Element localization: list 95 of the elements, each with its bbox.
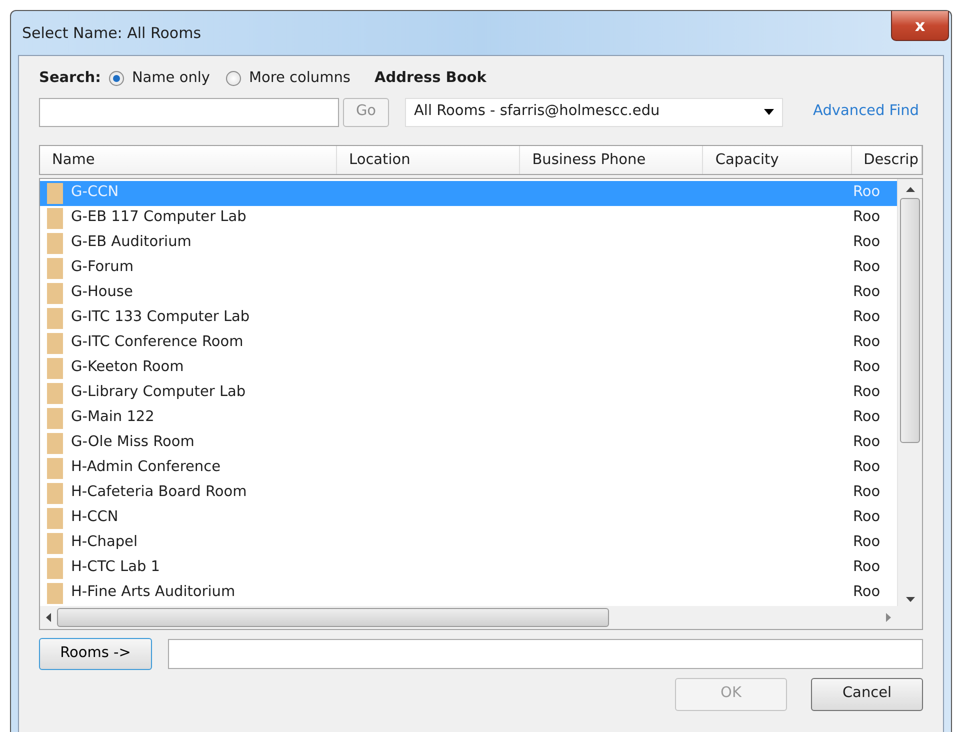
table-cell-text: G-Library Computer Lab <box>71 383 247 402</box>
table-row[interactable]: G-Ole Miss Room Roo <box>40 430 897 456</box>
table-cell-text: H-Fine Arts Auditorium <box>71 583 236 602</box>
table-cell-text: Roo <box>853 308 882 328</box>
table-cell-text: H-Chapel <box>71 533 138 552</box>
table-cell-text: Roo <box>853 508 882 528</box>
column-header[interactable]: Location <box>337 146 520 174</box>
scroll-right-icon[interactable] <box>886 612 891 622</box>
table-cell-text: G-ITC 133 Computer Lab <box>71 308 251 328</box>
room-icon <box>47 358 63 379</box>
table-cell-text: Roo <box>853 283 882 302</box>
table-row[interactable]: H-Admin Conference Roo <box>40 456 897 481</box>
room-icon <box>47 408 63 429</box>
room-icon <box>47 332 63 354</box>
table-cell-text: G-ITC Conference Room <box>71 333 244 352</box>
radio-label: More columns <box>249 69 350 88</box>
horizontal-scrollbar[interactable] <box>40 606 897 629</box>
table-cell-text: Roo <box>853 533 882 552</box>
table-cell-text: G-Forum <box>71 258 134 278</box>
table-cell-text: G-Ole Miss Room <box>71 433 196 452</box>
room-icon <box>47 382 63 404</box>
table-row[interactable]: G-Library Computer Lab Roo <box>40 380 897 406</box>
column-header[interactable]: Business Phone <box>520 146 704 174</box>
column-header[interactable]: Descrip <box>852 146 922 174</box>
room-icon <box>47 258 63 279</box>
scroll-up-icon[interactable] <box>906 186 914 192</box>
table-row[interactable]: G-ITC Conference Room Roo <box>40 330 897 356</box>
table-cell-text: Roo <box>853 358 882 378</box>
caret-icon <box>764 109 774 116</box>
table-cell-text: Roo <box>853 433 882 452</box>
vertical-scrollbar[interactable] <box>897 178 922 606</box>
advanced-find-link[interactable]: Advanced Find <box>813 101 919 124</box>
table-cell-text: Roo <box>853 558 882 578</box>
close-button[interactable]: x <box>891 11 949 41</box>
rooms-field[interactable] <box>168 638 923 669</box>
table-row[interactable]: H-Fine Arts Auditorium Roo <box>40 580 897 606</box>
table-row[interactable]: H-CTC Lab 1 Roo <box>40 556 897 581</box>
window-title: Select Name: All Rooms <box>22 22 202 44</box>
address-book-label: Address Book <box>374 69 486 88</box>
table-cell-text: G-Keeton Room <box>71 358 185 378</box>
table-row[interactable]: G-House Roo <box>40 280 897 306</box>
room-icon <box>47 282 63 304</box>
table-cell-text: H-Admin Conference <box>71 458 222 478</box>
room-icon <box>47 182 63 204</box>
table-cell-text: G-House <box>71 283 134 302</box>
room-icon <box>47 208 63 229</box>
room-icon <box>47 232 63 254</box>
column-header[interactable]: Name <box>40 146 337 174</box>
rooms-button[interactable]: Rooms -> <box>39 638 152 670</box>
room-icon <box>47 582 63 604</box>
table-row[interactable]: G-Forum Roo <box>40 256 897 281</box>
search-field[interactable] <box>39 98 339 127</box>
table-cell-text: Roo <box>853 208 882 228</box>
column-header[interactable]: Capacity <box>703 146 852 174</box>
table-cell-text: Roo <box>853 183 882 202</box>
table-row[interactable]: G-ITC 133 Computer Lab Roo <box>40 306 897 331</box>
cancel-button[interactable]: Cancel <box>811 678 923 711</box>
room-icon <box>47 482 63 504</box>
table-cell-text: H-Cafeteria Board Room <box>71 483 248 502</box>
room-icon <box>47 458 63 479</box>
table-cell-text: Roo <box>853 258 882 278</box>
scrollbar-thumb[interactable] <box>57 608 609 627</box>
scroll-down-icon[interactable] <box>906 596 914 602</box>
table-row[interactable]: H-Chapel Roo <box>40 530 897 556</box>
search-label: Search: <box>39 69 101 88</box>
room-icon <box>47 432 63 454</box>
room-icon <box>47 558 63 579</box>
room-icon <box>47 308 63 329</box>
table-cell-text: Roo <box>853 383 882 402</box>
radio-button[interactable] <box>108 71 124 86</box>
table-cell-text: G-CCN <box>71 183 120 202</box>
table-cell-text: Roo <box>853 483 882 502</box>
address-book-dropdown[interactable]: All Rooms - sfarris@holmescc.edu <box>405 98 783 127</box>
table-row[interactable]: G-EB Auditorium Roo <box>40 230 897 256</box>
room-icon <box>47 532 63 554</box>
table-row[interactable]: G-Main 122 Roo <box>40 406 897 431</box>
table-cell-text: H-CTC Lab 1 <box>71 558 162 578</box>
radio-label: Name only <box>132 69 210 88</box>
room-icon <box>47 508 63 529</box>
table-cell-text: Roo <box>853 458 882 478</box>
table-cell-text: Roo <box>853 583 882 602</box>
table-row[interactable]: G-Keeton Room Roo <box>40 356 897 381</box>
table-row[interactable]: H-CCN Roo <box>40 506 897 531</box>
table-row[interactable]: G-EB 117 Computer Lab Roo <box>40 206 897 231</box>
table-cell-text: G-EB 117 Computer Lab <box>71 208 248 228</box>
scroll-left-icon[interactable] <box>46 612 51 622</box>
table-cell-text: G-Main 122 <box>71 408 156 428</box>
table-cell-text: Roo <box>853 233 882 252</box>
table-cell-text: Roo <box>853 408 882 428</box>
table-cell-text: Roo <box>853 333 882 352</box>
table-row[interactable]: H-Cafeteria Board Room Roo <box>40 480 897 506</box>
scrollbar-thumb[interactable] <box>900 198 920 443</box>
radio-button[interactable] <box>226 71 241 86</box>
table-cell-text: G-EB Auditorium <box>71 233 192 252</box>
table-cell-text: H-CCN <box>71 508 120 528</box>
